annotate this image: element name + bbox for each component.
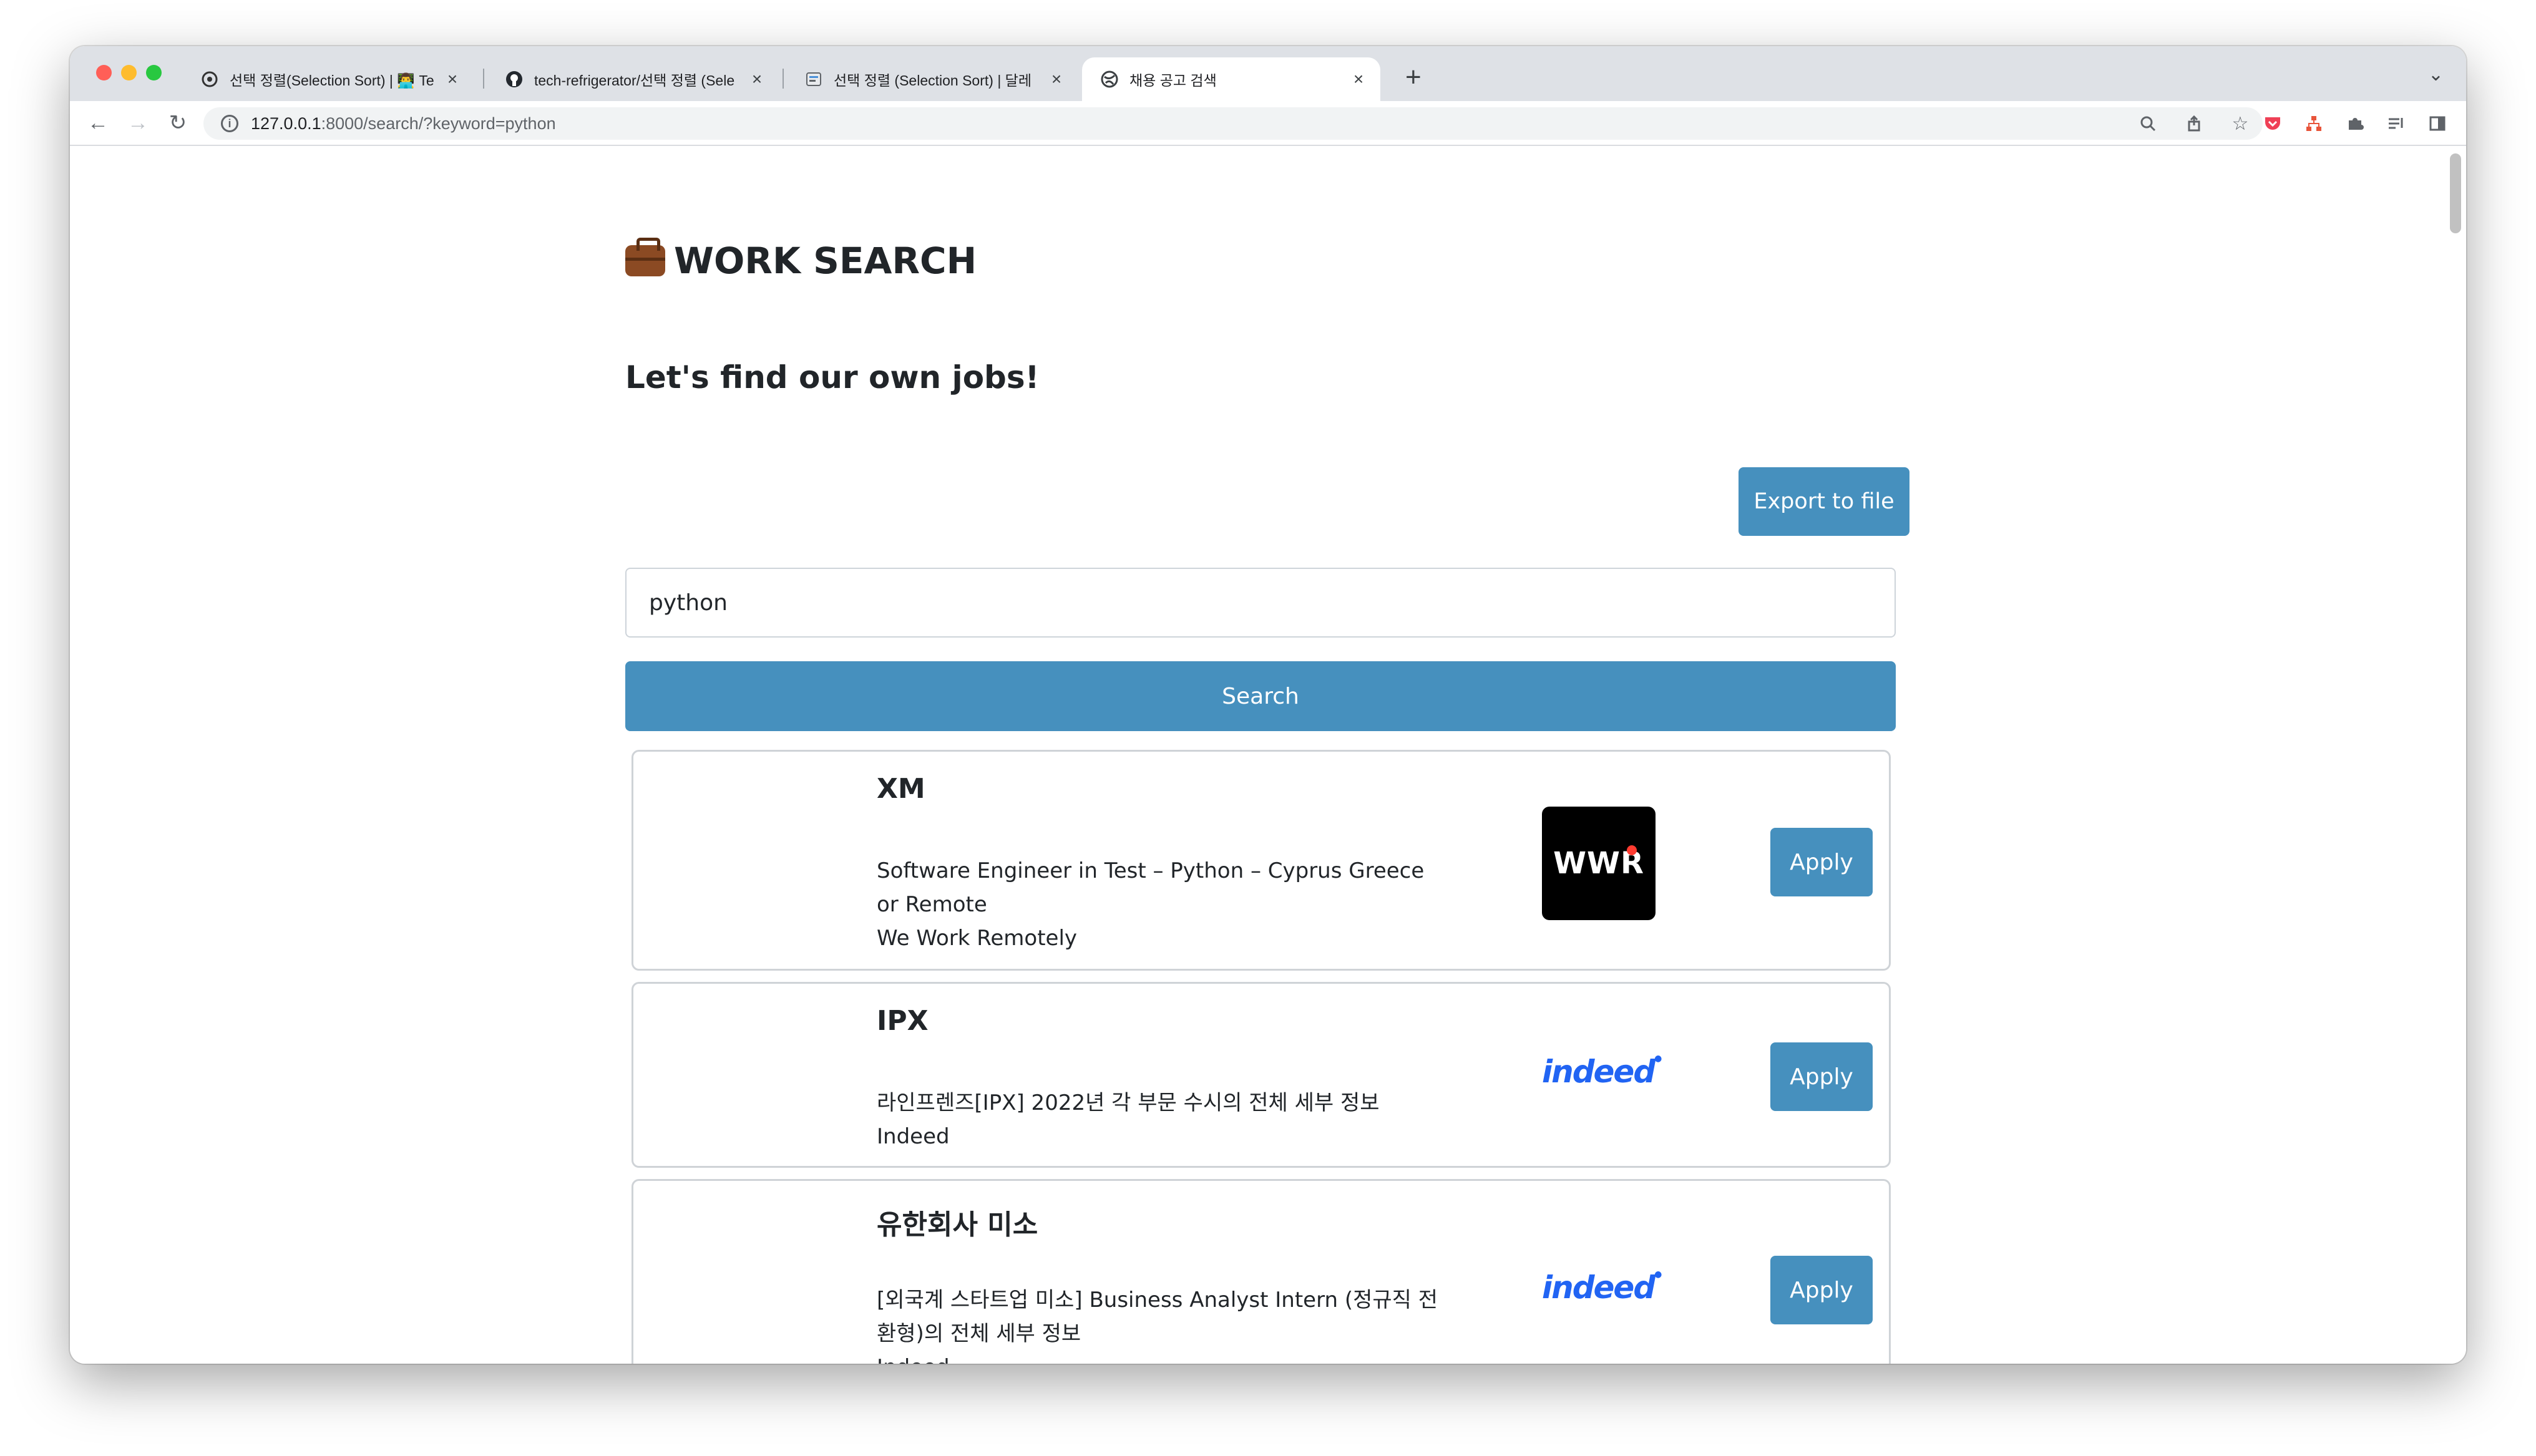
- zoom-icon[interactable]: [2135, 111, 2160, 136]
- page-brand: WORK SEARCH: [625, 238, 977, 282]
- close-icon[interactable]: ×: [1047, 69, 1066, 89]
- we-work-remotely-logo: WWR: [1542, 807, 1656, 920]
- job-title: [외국계 스타트업 미소] Business Analyst Intern (정…: [877, 1288, 1438, 1346]
- brand-text: WORK SEARCH: [674, 240, 977, 282]
- export-to-file-button[interactable]: Export to file: [1739, 467, 1909, 536]
- apply-button[interactable]: Apply: [1770, 1042, 1873, 1111]
- maximize-window-button[interactable]: [146, 65, 162, 80]
- tab-separator: [783, 69, 784, 89]
- job-source: We Work Remotely: [877, 926, 1078, 951]
- company-name: IPX: [877, 1005, 929, 1037]
- url-path: :8000/search/?keyword=python: [321, 114, 556, 133]
- tab-title: tech-refrigerator/선택 정렬 (Sele: [534, 72, 735, 89]
- tab-strip: 선택 정렬(Selection Sort) | 👨‍💻 Te × tech-re…: [70, 46, 2466, 101]
- briefcase-icon: [625, 238, 665, 276]
- page-tagline: Let's find our own jobs!: [625, 359, 1040, 396]
- search-input[interactable]: python: [625, 568, 1896, 638]
- back-icon[interactable]: ←: [84, 109, 112, 137]
- job-description: 라인프렌즈[IPX] 2022년 각 부문 수시의 전체 세부 정보 Indee…: [877, 1086, 1438, 1153]
- extension-sitemap-icon[interactable]: [2301, 111, 2326, 136]
- blog-icon: [805, 70, 822, 88]
- job-description: [외국계 스타트업 미소] Business Analyst Intern (정…: [877, 1283, 1438, 1364]
- reading-list-icon[interactable]: [2384, 111, 2409, 136]
- forward-icon[interactable]: →: [124, 109, 152, 137]
- close-icon[interactable]: ×: [443, 69, 462, 89]
- url-host: 127.0.0.1: [251, 114, 321, 133]
- bookmark-star-icon[interactable]: ☆: [2228, 111, 2253, 136]
- scrollbar-thumb[interactable]: [2450, 153, 2461, 233]
- close-icon[interactable]: ×: [748, 69, 766, 89]
- company-name: XM: [877, 773, 925, 805]
- github-icon: [505, 70, 523, 88]
- indeed-logo: indeed●: [1542, 1054, 1662, 1090]
- pocket-icon[interactable]: [2260, 111, 2285, 136]
- tab-title: 선택 정렬(Selection Sort) | 👨‍💻 Te: [230, 72, 434, 89]
- browser-toolbar: ← → ↻ i 127.0.0.1:8000/search/?keyword=p…: [70, 101, 2466, 146]
- tab-1[interactable]: 선택 정렬(Selection Sort) | 👨‍💻 Te ×: [182, 57, 474, 101]
- logo-text: indeed: [1542, 1269, 1656, 1306]
- tab-3[interactable]: 선택 정렬 (Selection Sort) | 달레 ×: [786, 57, 1078, 101]
- page-viewport: WORK SEARCH Let's find our own jobs! Exp…: [70, 146, 2466, 1364]
- close-icon[interactable]: ×: [1349, 69, 1368, 89]
- tab-active[interactable]: 채용 공고 검색 ×: [1082, 57, 1380, 101]
- side-panel-icon[interactable]: [2425, 111, 2450, 136]
- minimize-window-button[interactable]: [121, 65, 137, 80]
- url-text: 127.0.0.1:8000/search/?keyword=python: [251, 114, 556, 133]
- github-octocat-icon: [201, 70, 218, 88]
- tab-title: 채용 공고 검색: [1129, 72, 1217, 89]
- job-source: Indeed: [877, 1351, 1438, 1364]
- site-info-icon[interactable]: i: [221, 115, 238, 132]
- job-card: 유한회사 미소 [외국계 스타트업 미소] Business Analyst I…: [632, 1179, 1891, 1364]
- close-window-button[interactable]: [96, 65, 112, 80]
- extensions-bar: ⋮: [2260, 111, 2466, 136]
- apply-button[interactable]: Apply: [1770, 1256, 1873, 1324]
- share-icon[interactable]: [2182, 111, 2207, 136]
- job-card: IPX 라인프렌즈[IPX] 2022년 각 부문 수시의 전체 세부 정보 I…: [632, 982, 1891, 1168]
- address-bar[interactable]: i 127.0.0.1:8000/search/?keyword=python …: [203, 107, 2263, 140]
- indeed-logo: indeed●: [1542, 1269, 1662, 1306]
- search-button[interactable]: Search: [625, 661, 1896, 731]
- logo-text: indeed: [1542, 1054, 1656, 1090]
- job-description: Software Engineer in Test – Python – Cyp…: [877, 854, 1438, 955]
- job-source: Indeed: [877, 1124, 950, 1149]
- job-title: 라인프렌즈[IPX] 2022년 각 부문 수시의 전체 세부 정보: [877, 1090, 1380, 1115]
- company-name: 유한회사 미소: [877, 1209, 1038, 1241]
- tab-title: 선택 정렬 (Selection Sort) | 달레: [834, 72, 1032, 89]
- browser-window: 선택 정렬(Selection Sort) | 👨‍💻 Te × tech-re…: [70, 46, 2466, 1364]
- tab-separator: [483, 69, 484, 89]
- job-title: Software Engineer in Test – Python – Cyp…: [877, 858, 1425, 917]
- reload-icon[interactable]: ↻: [163, 109, 192, 137]
- extensions-puzzle-icon[interactable]: [2343, 111, 2368, 136]
- tab-2[interactable]: tech-refrigerator/선택 정렬 (Sele ×: [487, 57, 779, 101]
- omnibox-actions: ☆: [2135, 107, 2253, 140]
- job-card: XM Software Engineer in Test – Python – …: [632, 750, 1891, 971]
- globe-icon: [1101, 70, 1118, 88]
- new-tab-button[interactable]: +: [1405, 64, 1422, 91]
- tab-search-icon[interactable]: ⌄: [2428, 64, 2444, 85]
- apply-button[interactable]: Apply: [1770, 828, 1873, 896]
